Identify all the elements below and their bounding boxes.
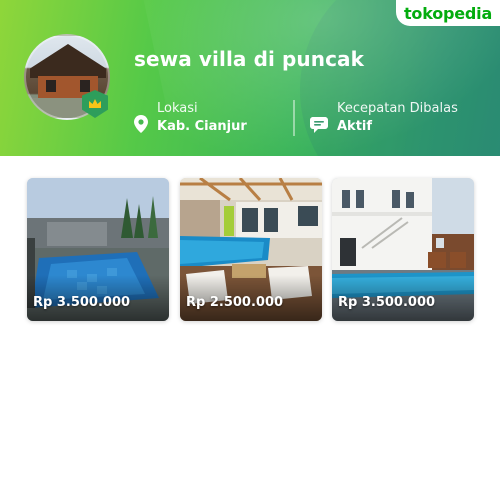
location-label: Lokasi xyxy=(157,101,198,116)
chat-bubble-icon xyxy=(310,117,328,133)
product-price: Rp 3.500.000 xyxy=(33,295,131,310)
brand-logo: tokopedia xyxy=(396,0,500,26)
response-speed-label: Kecepatan Dibalas xyxy=(337,101,458,116)
brand-name: tokopedia xyxy=(403,3,493,23)
product-card[interactable]: Rp 3.500.000 xyxy=(332,178,474,321)
product-card[interactable]: Rp 2.500.000 xyxy=(180,178,322,321)
response-speed-value: Aktif xyxy=(337,119,373,134)
shop-header: tokopedia sewa villa di puncak Lokasi Ka… xyxy=(0,0,500,156)
product-price: Rp 3.500.000 xyxy=(338,295,436,310)
product-price: Rp 2.500.000 xyxy=(186,295,284,310)
location-value: Kab. Cianjur xyxy=(157,119,247,134)
shop-share-card: tokopedia sewa villa di puncak Lokasi Ka… xyxy=(0,0,500,500)
shop-name[interactable]: sewa villa di puncak xyxy=(134,47,364,71)
shop-avatar[interactable] xyxy=(24,34,110,120)
map-pin-icon xyxy=(134,115,148,133)
info-divider xyxy=(293,100,295,136)
product-card[interactable]: Rp 3.500.000 xyxy=(27,178,169,321)
